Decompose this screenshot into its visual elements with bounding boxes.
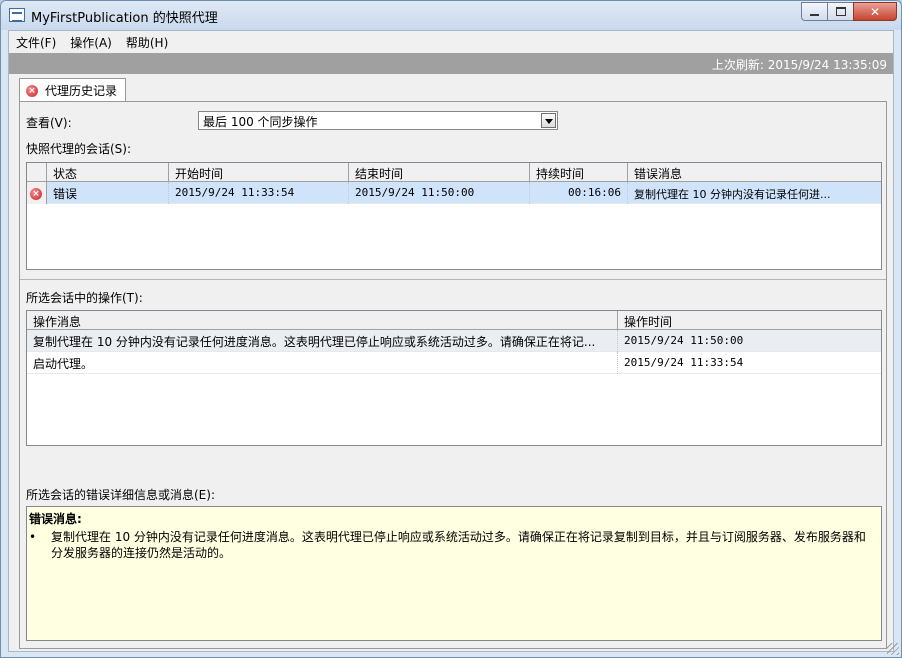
sessions-label: 快照代理的会话(S): <box>26 142 132 156</box>
last-refresh-bar: 上次刷新: 2015/9/24 13:35:09 <box>9 53 893 74</box>
maximize-button[interactable] <box>827 2 854 21</box>
minimize-button[interactable] <box>801 2 828 21</box>
chevron-down-icon[interactable] <box>541 113 556 128</box>
col-start-time[interactable]: 开始时间 <box>169 163 349 182</box>
error-details-body: • 复制代理在 10 分钟内没有记录任何进度消息。这表明代理已停止响应或系统活动… <box>29 529 875 561</box>
col-status[interactable]: 状态 <box>47 163 169 182</box>
row-header-cell <box>27 163 47 182</box>
error-icon: × <box>26 84 38 97</box>
table-row[interactable]: × 错误 2015/9/24 11:33:54 2015/9/24 11:50:… <box>27 182 881 204</box>
row-status-icon-cell: × <box>27 182 47 204</box>
sessions-grid-header: 状态 开始时间 结束时间 持续时间 错误消息 <box>27 163 881 182</box>
client-area: 文件(F) 操作(A) 帮助(H) 上次刷新: 2015/9/24 13:35:… <box>8 30 894 652</box>
actions-grid-header: 操作消息 操作时间 <box>27 311 881 330</box>
view-label: 查看(V): <box>26 116 72 130</box>
caption-buttons: ✕ <box>801 2 897 21</box>
menu-bar: 文件(F) 操作(A) 帮助(H) <box>9 31 893 51</box>
table-row[interactable]: 复制代理在 10 分钟内没有记录任何进度消息。这表明代理已停止响应或系统活动过多… <box>27 330 881 352</box>
actions-label: 所选会话中的操作(T): <box>26 291 143 305</box>
bullet: • <box>29 530 37 544</box>
splitter-top[interactable] <box>20 279 886 280</box>
menu-action[interactable]: 操作(A) <box>63 31 119 51</box>
cell-status: 错误 <box>47 182 169 204</box>
app-icon <box>9 8 25 22</box>
window-title: MyFirstPublication 的快照代理 <box>31 11 218 26</box>
error-icon: × <box>30 188 42 200</box>
cell-duration: 00:16:06 <box>530 182 628 204</box>
cell-action-message: 复制代理在 10 分钟内没有记录任何进度消息。这表明代理已停止响应或系统活动过多… <box>27 330 618 352</box>
resize-grip-icon[interactable] <box>887 643 899 655</box>
col-end-time[interactable]: 结束时间 <box>349 163 530 182</box>
snapshot-agent-window: MyFirstPublication 的快照代理 ✕ 文件(F) 操作(A) 帮… <box>0 0 902 658</box>
tab-agent-history[interactable]: × 代理历史记录 <box>19 78 127 102</box>
sessions-grid: 状态 开始时间 结束时间 持续时间 错误消息 × 错误 2015/9/24 11… <box>26 162 882 270</box>
view-select-value: 最后 100 个同步操作 <box>203 115 318 129</box>
close-button[interactable]: ✕ <box>853 2 897 21</box>
cell-action-time: 2015/9/24 11:50:00 <box>624 334 744 347</box>
menu-file[interactable]: 文件(F) <box>9 31 63 51</box>
agent-history-panel: 查看(V): 最后 100 个同步操作 快照代理的会话(S): 状态 开始时间 … <box>19 101 887 649</box>
col-error-message[interactable]: 错误消息 <box>628 163 881 182</box>
cell-action-message: 启动代理。 <box>27 352 618 374</box>
error-details-box[interactable]: 错误消息: • 复制代理在 10 分钟内没有记录任何进度消息。这表明代理已停止响… <box>26 506 882 641</box>
col-duration[interactable]: 持续时间 <box>530 163 628 182</box>
details-label: 所选会话的错误详细信息或消息(E): <box>26 488 215 502</box>
col-action-message[interactable]: 操作消息 <box>27 311 618 330</box>
cell-action-time: 2015/9/24 11:33:54 <box>624 356 744 369</box>
error-details-title: 错误消息: <box>29 512 82 526</box>
table-row[interactable]: 启动代理。 2015/9/24 11:33:54 <box>27 352 881 374</box>
cell-error-message: 复制代理在 10 分钟内没有记录任何进... <box>634 188 831 201</box>
actions-grid: 操作消息 操作时间 复制代理在 10 分钟内没有记录任何进度消息。这表明代理已停… <box>26 310 882 446</box>
title-bar[interactable]: MyFirstPublication 的快照代理 ✕ <box>1 1 901 30</box>
col-action-time[interactable]: 操作时间 <box>618 311 881 330</box>
cell-start-time: 2015/9/24 11:33:54 <box>169 182 349 204</box>
cell-end-time: 2015/9/24 11:50:00 <box>349 182 530 204</box>
view-select[interactable]: 最后 100 个同步操作 <box>198 111 558 130</box>
menu-help[interactable]: 帮助(H) <box>119 31 175 51</box>
error-details-text: 复制代理在 10 分钟内没有记录任何进度消息。这表明代理已停止响应或系统活动过多… <box>51 530 866 560</box>
last-refresh-text: 上次刷新: 2015/9/24 13:35:09 <box>711 58 887 72</box>
tab-label: 代理历史记录 <box>45 84 118 98</box>
